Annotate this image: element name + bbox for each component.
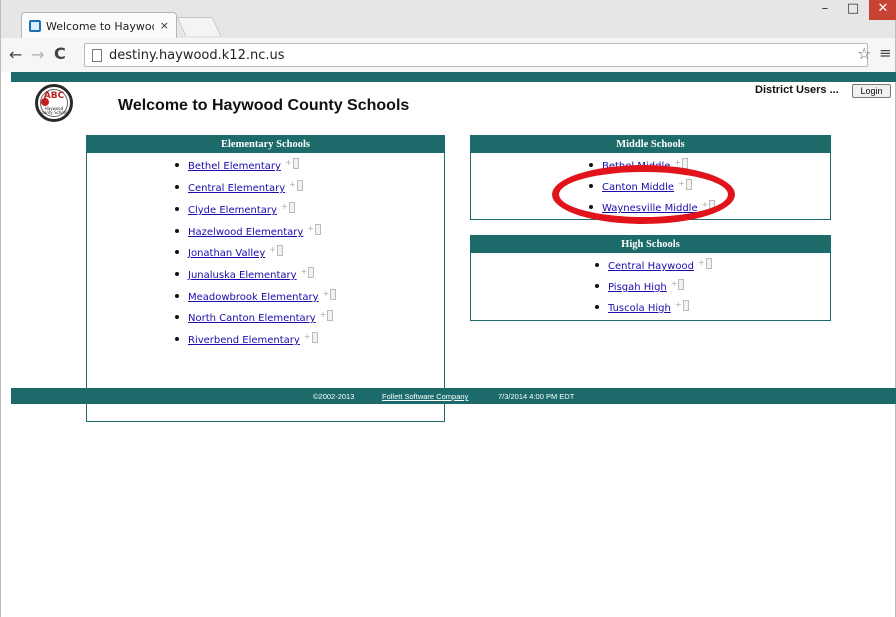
list-item: Central Haywood +	[595, 258, 712, 272]
add-to-list-icon[interactable]: +	[289, 180, 303, 191]
school-link[interactable]: Jonathan Valley	[188, 248, 265, 259]
bullet-icon	[175, 294, 179, 298]
list-item: Clyde Elementary +	[175, 202, 295, 216]
browser-toolbar: ← → C destiny.haywood.k12.nc.us ☆ ≡	[0, 38, 896, 72]
list-item: Jonathan Valley +	[175, 245, 283, 259]
bullet-icon	[175, 250, 179, 254]
school-link[interactable]: Meadowbrook Elementary	[188, 292, 319, 303]
favicon-icon	[29, 20, 41, 32]
bullet-icon	[595, 284, 599, 288]
apple-icon	[41, 98, 49, 106]
school-link[interactable]: Junaluska Elementary	[188, 270, 297, 281]
school-link[interactable]: Clyde Elementary	[188, 205, 277, 216]
bullet-icon	[595, 305, 599, 309]
bullet-icon	[175, 337, 179, 341]
red-highlight-circle	[552, 165, 735, 224]
school-link[interactable]: Riverbend Elementary	[188, 335, 300, 346]
window-close-button[interactable]: ✕	[869, 0, 896, 20]
logo-caption: Haywood County Schools	[38, 106, 70, 115]
district-logo: ABC Haywood County Schools	[35, 84, 73, 122]
forward-arrow-icon[interactable]: →	[31, 45, 44, 64]
bullet-icon	[175, 207, 179, 211]
bullet-icon	[175, 229, 179, 233]
add-to-list-icon[interactable]: +	[698, 258, 712, 269]
tab-close-icon[interactable]: ×	[160, 19, 169, 32]
footer-company-link[interactable]: Follett Software Company	[382, 388, 468, 406]
school-link[interactable]: North Canton Elementary	[188, 313, 316, 324]
window-maximize-button[interactable]: □	[841, 0, 865, 20]
add-to-list-icon[interactable]: +	[304, 332, 318, 343]
elementary-schools-heading: Elementary Schools	[87, 136, 444, 153]
school-link[interactable]: Bethel Elementary	[188, 161, 281, 172]
bullet-icon	[175, 185, 179, 189]
tab-title: Welcome to Haywood Co	[46, 20, 154, 33]
bullet-icon	[175, 163, 179, 167]
page-content: ABC Haywood County Schools Welcome to Ha…	[0, 72, 896, 617]
back-arrow-icon[interactable]: ←	[9, 45, 22, 64]
list-item: Pisgah High +	[595, 279, 685, 293]
school-link[interactable]: Hazelwood Elementary	[188, 227, 303, 238]
bullet-icon	[175, 315, 179, 319]
middle-schools-heading: Middle Schools	[471, 136, 830, 153]
add-to-list-icon[interactable]: +	[675, 300, 689, 311]
footer-timestamp: 7/3/2014 4:00 PM EDT	[498, 392, 575, 401]
page-icon	[92, 49, 102, 62]
add-to-list-icon[interactable]: +	[269, 245, 283, 256]
list-item: Bethel Elementary +	[175, 158, 299, 172]
list-item: North Canton Elementary +	[175, 310, 334, 324]
list-item: Central Elementary +	[175, 180, 303, 194]
page-title: Welcome to Haywood County Schools	[118, 97, 410, 114]
address-bar[interactable]: destiny.haywood.k12.nc.us	[84, 43, 868, 67]
window-minimize-button[interactable]: –	[813, 0, 837, 20]
school-link[interactable]: Central Haywood	[608, 261, 694, 272]
tab-strip: Welcome to Haywood Co × – □ ✕	[0, 0, 896, 38]
add-to-list-icon[interactable]: +	[320, 310, 334, 321]
list-item: Junaluska Elementary +	[175, 267, 315, 281]
add-to-list-icon[interactable]: +	[671, 279, 685, 290]
login-button[interactable]: Login	[852, 84, 891, 98]
reload-icon[interactable]: C	[54, 44, 66, 63]
list-item: Tuscola High +	[595, 300, 689, 314]
bullet-icon	[175, 272, 179, 276]
school-link[interactable]: Central Elementary	[188, 183, 285, 194]
school-link[interactable]: Pisgah High	[608, 282, 667, 293]
header-bar	[11, 72, 896, 82]
add-to-list-icon[interactable]: +	[323, 289, 337, 300]
bullet-icon	[589, 163, 593, 167]
district-users-label: District Users ...	[755, 84, 839, 96]
footer-copyright: ©2002-2013	[313, 392, 355, 401]
list-item: Riverbend Elementary +	[175, 332, 318, 346]
high-schools-heading: High Schools	[471, 236, 830, 253]
list-item: Meadowbrook Elementary +	[175, 289, 337, 303]
bullet-icon	[595, 263, 599, 267]
high-schools-panel: High Schools Central Haywood + Pisgah Hig…	[470, 235, 831, 321]
bookmark-star-icon[interactable]: ☆	[857, 44, 871, 63]
browser-menu-icon[interactable]: ≡	[879, 44, 892, 62]
list-item: Hazelwood Elementary +	[175, 224, 322, 238]
elementary-schools-panel: Elementary Schools Bethel Elementary + Ce…	[86, 135, 445, 422]
address-bar-url: destiny.haywood.k12.nc.us	[109, 48, 285, 63]
add-to-list-icon[interactable]: +	[307, 224, 322, 235]
school-link[interactable]: Tuscola High	[608, 303, 671, 314]
new-tab-button[interactable]	[176, 17, 222, 36]
add-to-list-icon[interactable]: +	[281, 202, 295, 213]
footer-bar: ©2002-2013 Follett Software Company 7/3/…	[11, 388, 896, 404]
add-to-list-icon[interactable]: +	[285, 158, 299, 169]
browser-tab[interactable]: Welcome to Haywood Co ×	[21, 12, 177, 38]
add-to-list-icon[interactable]: +	[301, 267, 315, 278]
